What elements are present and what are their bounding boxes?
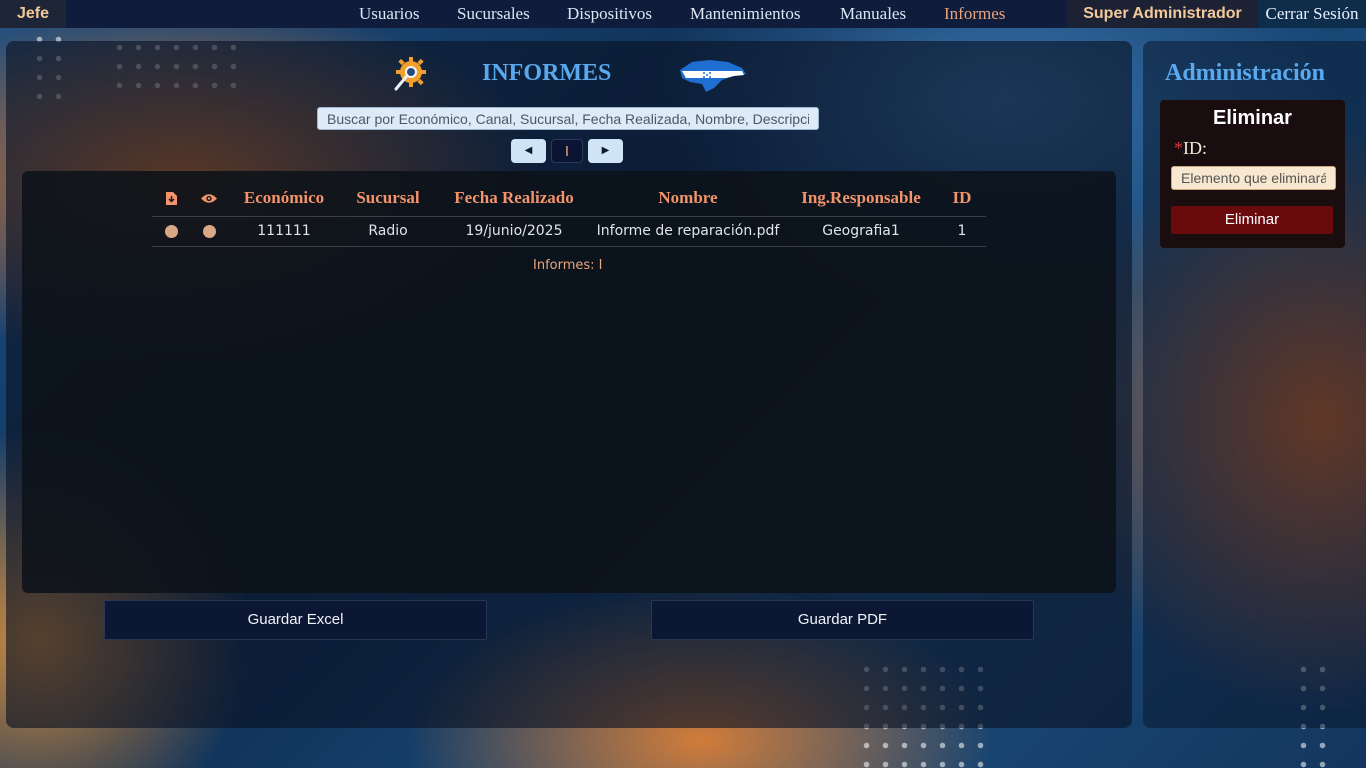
delete-id-input[interactable] xyxy=(1171,166,1336,190)
triangle-right-icon: ▶ xyxy=(601,145,610,156)
nav-link-mantenimientos[interactable]: Mantenimientos xyxy=(690,0,800,28)
pager-prev-button[interactable]: ◀ xyxy=(511,139,546,163)
cell-fecha: 19/junio/2025 xyxy=(436,216,592,247)
column-header-view xyxy=(190,180,228,217)
nav-brand: Jefe xyxy=(0,0,66,28)
view-row-button[interactable] xyxy=(202,224,216,238)
download-icon xyxy=(165,192,177,206)
nav-link-usuarios[interactable]: Usuarios xyxy=(359,0,419,28)
cell-economico: 111111 xyxy=(228,216,340,247)
column-header-id: ID xyxy=(938,180,986,217)
column-header-economico: Económico xyxy=(228,180,340,217)
column-header-download xyxy=(152,180,190,217)
id-label-text: ID: xyxy=(1183,138,1207,158)
cell-id: 1 xyxy=(938,216,986,247)
download-cell xyxy=(152,216,190,247)
cell-responsable: Geografia1 xyxy=(784,216,938,247)
delete-card-title: Eliminar xyxy=(1213,107,1292,129)
download-row-button[interactable] xyxy=(164,224,178,238)
column-header-nombre: Nombre xyxy=(592,180,784,217)
search-input[interactable] xyxy=(317,107,819,130)
column-header-sucursal: Sucursal xyxy=(340,180,436,217)
cell-sucursal: Radio xyxy=(340,216,436,247)
records-count: Informes: I xyxy=(533,258,603,273)
user-role-label: Super Administrador xyxy=(1067,0,1258,28)
informes-table: Económico Sucursal Fecha Realizado Nombr… xyxy=(152,180,986,247)
page-title: INFORMES xyxy=(482,60,612,86)
admin-title: Administración xyxy=(1165,60,1326,86)
column-header-fecha: Fecha Realizado xyxy=(436,180,592,217)
id-label: *ID: xyxy=(1174,138,1207,159)
honduras-map-flag-icon xyxy=(680,60,746,92)
triangle-left-icon: ◀ xyxy=(524,145,533,156)
nav-link-manuales[interactable]: Manuales xyxy=(840,0,906,28)
required-mark: * xyxy=(1174,138,1183,158)
save-pdf-button[interactable]: Guardar PDF xyxy=(651,600,1034,640)
pager-current-page[interactable]: I xyxy=(551,139,583,163)
top-navbar: Jefe Usuarios Sucursales Dispositivos Ma… xyxy=(0,0,1366,28)
delete-button[interactable]: Eliminar xyxy=(1171,206,1333,234)
eye-icon xyxy=(201,194,217,204)
pager-next-button[interactable]: ▶ xyxy=(588,139,623,163)
save-excel-button[interactable]: Guardar Excel xyxy=(104,600,487,640)
cell-nombre: Informe de reparación.pdf xyxy=(592,216,784,247)
gear-magnifier-icon xyxy=(394,57,426,91)
nav-link-informes[interactable]: Informes xyxy=(944,0,1005,28)
logout-button[interactable]: Cerrar Sesión xyxy=(1258,0,1366,28)
view-cell xyxy=(190,216,228,247)
nav-link-sucursales[interactable]: Sucursales xyxy=(457,0,530,28)
column-header-responsable: Ing.Responsable xyxy=(784,180,938,217)
table-header-row: Económico Sucursal Fecha Realizado Nombr… xyxy=(152,180,986,217)
table-row: 111111 Radio 19/junio/2025 Informe de re… xyxy=(152,216,986,247)
nav-link-dispositivos[interactable]: Dispositivos xyxy=(567,0,652,28)
